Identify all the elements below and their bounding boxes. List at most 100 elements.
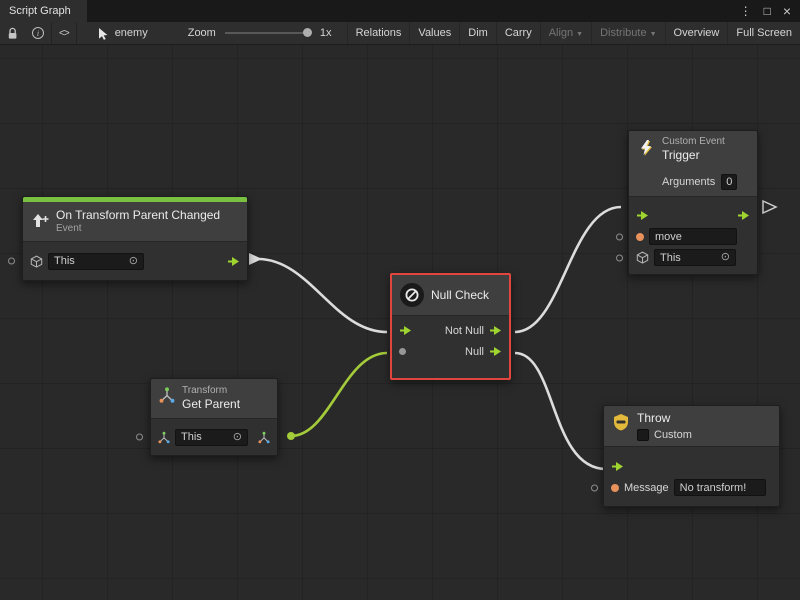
node-body: This ⊙ (23, 241, 247, 280)
node-title: Get Parent (182, 397, 240, 412)
node-title: On Transform Parent Changed (56, 208, 220, 223)
node-title: Trigger (662, 148, 725, 163)
port-row: This ⊙ (629, 247, 757, 268)
distribute-button[interactable]: Distribute ▼ (591, 22, 664, 44)
port-label: Null (465, 346, 484, 358)
custom-checkbox[interactable] (637, 429, 649, 441)
graph-breadcrumb[interactable]: enemy (91, 22, 155, 44)
toolbar-buttons: Relations Values Dim Carry Align ▼ Distr… (347, 22, 800, 44)
target-port[interactable] (136, 434, 143, 441)
flow-output-port[interactable] (227, 256, 240, 267)
port-row: Message No transform! (604, 477, 779, 498)
value-input-port[interactable] (399, 348, 406, 355)
close-icon[interactable]: × (783, 4, 791, 18)
this-dropdown[interactable]: This ⊙ (654, 249, 736, 266)
node-header[interactable]: Custom Event Trigger Arguments 0 (629, 131, 757, 196)
flow-output-port[interactable] (489, 346, 502, 357)
values-button[interactable]: Values (409, 22, 459, 44)
node-body: Not Null Null (392, 315, 509, 378)
null-check-icon (400, 283, 424, 307)
edit-graph-button[interactable]: <> (52, 22, 76, 44)
flow-output-port[interactable] (737, 210, 750, 221)
cube-icon (30, 255, 43, 268)
flow-input-port[interactable] (399, 325, 412, 336)
node-category: Transform (182, 385, 240, 397)
flow-output-marker[interactable] (249, 253, 262, 265)
chevron-down-icon: ▼ (650, 31, 657, 38)
align-button[interactable]: Align ▼ (540, 22, 591, 44)
custom-label: Custom (654, 429, 692, 441)
port-label: Not Null (445, 325, 484, 337)
relations-button[interactable]: Relations (347, 22, 410, 44)
flow-output-port[interactable] (489, 325, 502, 336)
graph-name: enemy (115, 27, 148, 39)
port-row: Null (392, 341, 509, 362)
full-screen-button[interactable]: Full Screen (727, 22, 800, 44)
tab-script-graph[interactable]: Script Graph (0, 0, 87, 22)
node-null-check[interactable]: Null Check Not Null Null (390, 273, 511, 380)
node-get-parent[interactable]: Transform Get Parent This ⊙ (150, 378, 278, 456)
zoom-slider[interactable] (225, 32, 311, 34)
object-picker-icon: ⊙ (129, 256, 138, 267)
graph-toolbar: i <> enemy Zoom 1x Relations Values Dim … (0, 22, 800, 45)
transform-parent-changed-icon (31, 211, 49, 228)
this-dropdown[interactable]: This ⊙ (175, 429, 248, 446)
carry-button[interactable]: Carry (496, 22, 540, 44)
window-tab-bar: Script Graph ⋮ □ × (0, 0, 800, 22)
cube-icon (636, 251, 649, 264)
zoom-label: Zoom (188, 27, 216, 39)
custom-toggle-row: Custom (637, 429, 692, 441)
wire-null-to-throw[interactable] (515, 353, 606, 469)
lightning-icon (637, 139, 655, 157)
maximize-icon[interactable]: □ (764, 5, 771, 17)
value-output-marker[interactable] (287, 432, 295, 440)
node-title: Null Check (431, 288, 489, 303)
node-body: Message No transform! (604, 446, 779, 506)
node-custom-event-trigger[interactable]: Custom Event Trigger Arguments 0 (628, 130, 758, 275)
transform-input-port[interactable] (158, 431, 170, 444)
toolbar-separator (76, 22, 77, 44)
flow-input-port[interactable] (636, 210, 649, 221)
lock-button[interactable] (0, 22, 25, 44)
zoom-value: 1x (320, 27, 332, 39)
chevron-down-icon: ▼ (576, 31, 583, 38)
overview-button[interactable]: Overview (665, 22, 728, 44)
info-button[interactable]: i (25, 22, 51, 44)
cursor-icon (98, 27, 110, 40)
this-dropdown[interactable]: This ⊙ (48, 253, 144, 270)
node-on-transform-parent-changed[interactable]: On Transform Parent Changed Event This ⊙ (22, 196, 248, 281)
wire-notnull-to-trigger[interactable] (515, 207, 621, 332)
transform-output-port[interactable] (258, 431, 270, 444)
arguments-input[interactable]: 0 (721, 174, 737, 190)
zoom-knob[interactable] (303, 28, 312, 37)
string-input-port[interactable] (636, 233, 644, 241)
message-input[interactable]: No transform! (674, 479, 766, 496)
wire-getparent-to-nullcheck[interactable] (291, 353, 387, 436)
port-row (604, 456, 779, 477)
node-body: move This ⊙ (629, 196, 757, 274)
node-header[interactable]: Null Check (392, 275, 509, 315)
message-label: Message (624, 482, 669, 494)
window-menu-icon[interactable]: ⋮ (740, 5, 752, 17)
name-port[interactable] (616, 233, 623, 240)
port-row: This ⊙ (151, 425, 277, 449)
wire-event-to-nullcheck[interactable] (258, 259, 387, 332)
event-target-port[interactable] (8, 258, 15, 265)
node-header[interactable]: On Transform Parent Changed Event (23, 202, 247, 241)
event-name-input[interactable]: move (649, 228, 737, 245)
target-port[interactable] (616, 254, 623, 261)
code-icon: <> (59, 28, 69, 39)
node-subtitle: Event (56, 223, 220, 235)
flow-input-port[interactable] (611, 461, 624, 472)
node-category: Custom Event (662, 136, 725, 148)
message-port[interactable] (591, 484, 598, 491)
unconnected-flow-port-icon[interactable] (763, 201, 776, 213)
node-throw[interactable]: Throw Custom Message No transform! (603, 405, 780, 507)
node-header[interactable]: Throw Custom (604, 406, 779, 446)
dim-button[interactable]: Dim (459, 22, 496, 44)
arguments-label: Arguments (662, 176, 715, 188)
string-input-port[interactable] (611, 484, 619, 492)
node-header[interactable]: Transform Get Parent (151, 379, 277, 418)
object-picker-icon: ⊙ (721, 252, 730, 263)
graph-canvas[interactable]: On Transform Parent Changed Event This ⊙ (0, 45, 800, 600)
